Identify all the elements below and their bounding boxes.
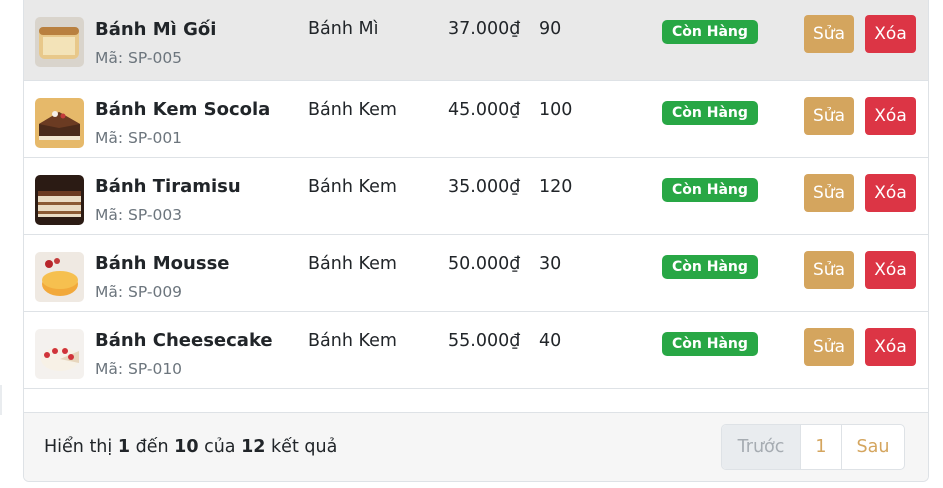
table-footer: Hiển thị 1 đến 10 của 12 kết quả Trước 1… [24, 412, 928, 481]
product-name: Bánh Tiramisu [95, 176, 241, 197]
product-quantity: 90 [539, 19, 562, 39]
product-category: Bánh Mì [308, 19, 379, 39]
product-category: Bánh Kem [308, 331, 397, 351]
product-name: Bánh Mousse [95, 253, 230, 274]
product-quantity: 120 [539, 177, 573, 197]
product-price: 55.000₫ [448, 331, 521, 351]
product-name: Bánh Kem Socola [95, 99, 271, 120]
product-code: Mã: SP-010 [95, 360, 183, 378]
status-badge: Còn Hàng [662, 20, 758, 44]
results-suffix: kết quả [271, 437, 338, 457]
results-of-word: của [204, 437, 236, 457]
table-row[interactable]: Bánh Cheesecake Mã: SP-010 Bánh Kem 55.0… [24, 312, 928, 389]
results-info: Hiển thị 1 đến 10 của 12 kết quả [44, 437, 337, 457]
edit-button[interactable]: Sửa [804, 97, 854, 135]
product-code: Mã: SP-009 [95, 283, 183, 301]
pagination-next-button[interactable]: Sau [841, 425, 904, 469]
product-code: Mã: SP-003 [95, 206, 183, 224]
status-badge: Còn Hàng [662, 101, 758, 125]
pagination-prev-button[interactable]: Trước [722, 425, 800, 469]
table-row[interactable]: Bánh Tiramisu Mã: SP-003 Bánh Kem 35.000… [24, 158, 928, 235]
edit-button[interactable]: Sửa [804, 328, 854, 366]
results-total: 12 [241, 437, 266, 457]
product-image [35, 329, 84, 379]
product-image [35, 17, 84, 67]
pagination-page-1[interactable]: 1 [800, 425, 841, 469]
left-edge-strip [0, 385, 2, 415]
product-category: Bánh Kem [308, 100, 397, 120]
delete-button[interactable]: Xóa [865, 174, 916, 212]
results-info-prefix: Hiển thị [44, 437, 113, 457]
product-price: 37.000₫ [448, 19, 521, 39]
product-code: Mã: SP-005 [95, 49, 183, 67]
product-image [35, 98, 84, 148]
edit-button[interactable]: Sửa [804, 251, 854, 289]
delete-button[interactable]: Xóa [865, 328, 916, 366]
product-price: 35.000₫ [448, 177, 521, 197]
product-price: 45.000₫ [448, 100, 521, 120]
product-category: Bánh Kem [308, 177, 397, 197]
product-image [35, 252, 84, 302]
edit-button[interactable]: Sửa [804, 174, 854, 212]
product-category: Bánh Kem [308, 254, 397, 274]
table-row[interactable]: Bánh Mì Gối Mã: SP-005 Bánh Mì 37.000₫ 9… [24, 0, 928, 81]
product-table-body: Bánh Mì Gối Mã: SP-005 Bánh Mì 37.000₫ 9… [24, 0, 928, 389]
product-quantity: 40 [539, 331, 562, 351]
results-to-word: đến [135, 437, 169, 457]
pagination: Trước 1 Sau [721, 424, 905, 470]
product-price: 50.000₫ [448, 254, 521, 274]
table-row[interactable]: Bánh Kem Socola Mã: SP-001 Bánh Kem 45.0… [24, 81, 928, 158]
product-quantity: 30 [539, 254, 562, 274]
product-quantity: 100 [539, 100, 573, 120]
status-badge: Còn Hàng [662, 332, 758, 356]
edit-button[interactable]: Sửa [804, 15, 854, 53]
status-badge: Còn Hàng [662, 255, 758, 279]
product-image [35, 175, 84, 225]
table-row[interactable]: Bánh Mousse Mã: SP-009 Bánh Kem 50.000₫ … [24, 235, 928, 312]
results-from: 1 [117, 437, 131, 457]
delete-button[interactable]: Xóa [865, 97, 916, 135]
status-badge: Còn Hàng [662, 178, 758, 202]
product-code: Mã: SP-001 [95, 129, 183, 147]
product-name: Bánh Cheesecake [95, 330, 273, 351]
delete-button[interactable]: Xóa [865, 15, 916, 53]
results-to: 10 [174, 437, 199, 457]
product-name: Bánh Mì Gối [95, 19, 217, 40]
delete-button[interactable]: Xóa [865, 251, 916, 289]
product-table-panel: Bánh Mì Gối Mã: SP-005 Bánh Mì 37.000₫ 9… [23, 0, 929, 482]
